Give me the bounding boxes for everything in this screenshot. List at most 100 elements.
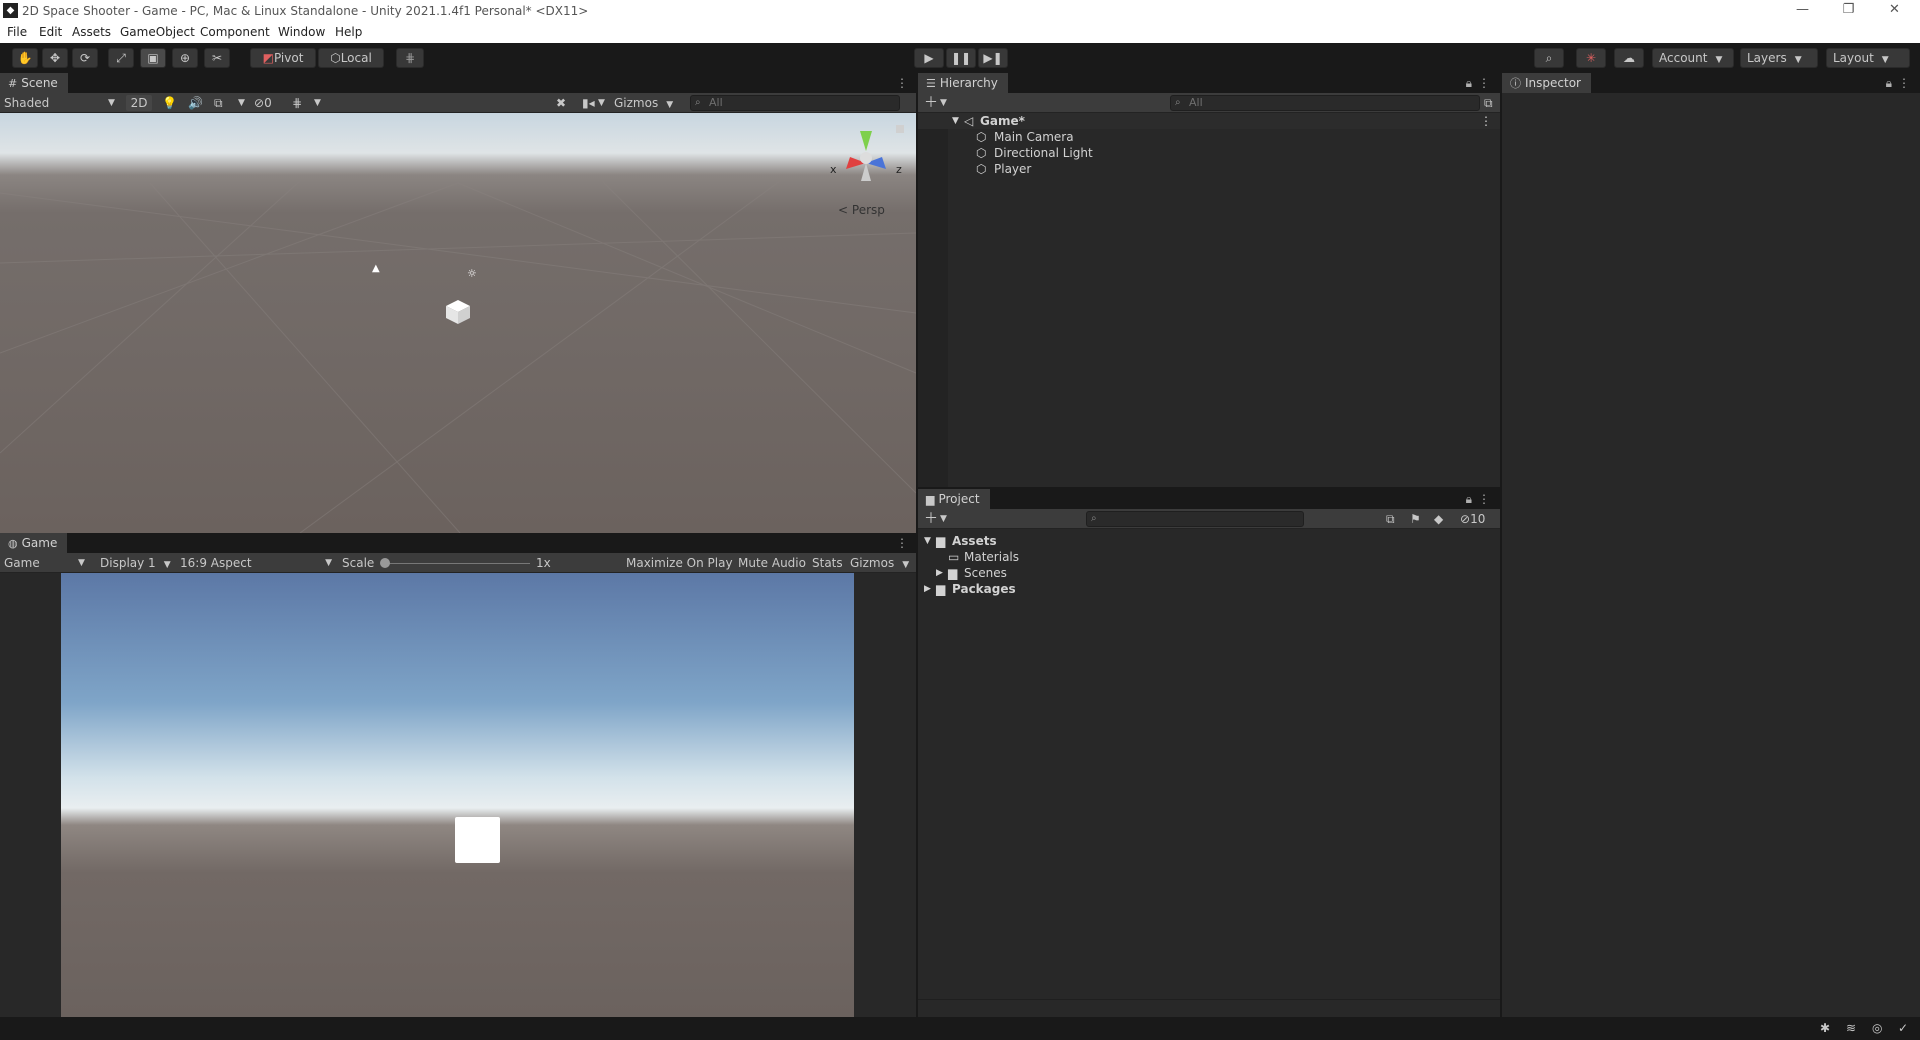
cache-icon[interactable]: ≋: [1846, 1021, 1856, 1035]
hand-tool-button[interactable]: ✋: [12, 48, 38, 68]
tools-icon[interactable]: ✖: [556, 95, 566, 111]
tab-game[interactable]: ◍ Game: [0, 533, 68, 553]
game-viewport[interactable]: [61, 573, 854, 1019]
hierarchy-item[interactable]: ⬡ Main Camera: [918, 129, 1500, 145]
maximize-on-play-toggle[interactable]: Maximize On Play: [626, 555, 733, 571]
scene-search-input[interactable]: ⌕ All: [690, 95, 900, 111]
project-tree-item[interactable]: ▼ ▆ Assets: [918, 533, 1500, 549]
scene-visibility-icon[interactable]: ⧉: [1484, 95, 1493, 111]
local-toggle[interactable]: ⬡Local: [318, 48, 384, 68]
grid-toggle-icon[interactable]: ⋕: [292, 95, 302, 111]
favorites-icon[interactable]: ◆: [1434, 511, 1443, 527]
scale-slider-track[interactable]: [384, 563, 530, 564]
menu-file[interactable]: File: [7, 25, 27, 39]
minimize-button[interactable]: —: [1780, 0, 1825, 22]
restore-button[interactable]: ❐: [1826, 0, 1871, 22]
game-gizmos-dropdown[interactable]: Gizmos ▼: [850, 555, 909, 571]
tab-hierarchy[interactable]: ☰ Hierarchy: [918, 73, 1008, 93]
mute-audio-toggle[interactable]: Mute Audio: [738, 555, 806, 571]
chevron-down-icon[interactable]: ▼: [598, 95, 605, 111]
camera-gizmo-icon[interactable]: ▲: [372, 263, 380, 274]
chevron-down-icon[interactable]: ▼: [940, 511, 947, 527]
player-cube-object[interactable]: [445, 299, 471, 325]
progress-icon[interactable]: ◎: [1872, 1021, 1882, 1035]
rect-tool-button[interactable]: ▣: [140, 48, 166, 68]
hierarchy-item[interactable]: ⬡ Player: [918, 161, 1500, 177]
2d-toggle[interactable]: 2D: [126, 95, 152, 111]
scene-viewport[interactable]: ▲ ☼ x z < Persp: [0, 113, 916, 533]
menu-edit[interactable]: Edit: [39, 25, 62, 39]
more-options-icon[interactable]: ⋮: [1478, 76, 1490, 90]
hierarchy-search-input[interactable]: ⌕ All: [1170, 95, 1480, 111]
stats-toggle[interactable]: Stats: [812, 555, 843, 571]
project-tree-item[interactable]: ▶ ▆ Scenes: [918, 565, 1500, 581]
search-button[interactable]: ⌕: [1534, 48, 1564, 68]
search-by-label-icon[interactable]: ⚑: [1410, 511, 1421, 527]
audio-toggle-icon[interactable]: 🔊: [188, 95, 203, 111]
camera-icon[interactable]: ▮◂: [582, 95, 595, 111]
gizmos-dropdown[interactable]: Gizmos ▼: [614, 95, 673, 111]
layout-dropdown[interactable]: Layout ▼: [1826, 48, 1910, 68]
hidden-packages-toggle[interactable]: ⊘10: [1460, 511, 1485, 527]
rotate-tool-button[interactable]: ⟳: [72, 48, 98, 68]
move-tool-button[interactable]: ✥: [42, 48, 68, 68]
light-gizmo-icon[interactable]: ☼: [467, 267, 477, 280]
more-options-icon[interactable]: ⋮: [896, 76, 908, 90]
add-icon[interactable]: ＋: [924, 95, 938, 111]
play-button[interactable]: ▶: [914, 48, 944, 68]
project-search-input[interactable]: ⌕: [1086, 511, 1304, 527]
transform-tool-button[interactable]: ⊕: [172, 48, 198, 68]
chevron-down-icon[interactable]: ▼: [314, 95, 321, 111]
project-tree-item[interactable]: ▶ ▆ Packages: [918, 581, 1500, 597]
projection-toggle[interactable]: < Persp: [838, 203, 885, 217]
pivot-toggle[interactable]: ◩Pivot: [250, 48, 316, 68]
menu-component[interactable]: Component: [200, 25, 270, 39]
game-view-dropdown[interactable]: Game ▼: [4, 555, 85, 571]
grid-snap-button[interactable]: ⋕: [396, 48, 424, 68]
lock-icon[interactable]: 🔒︎: [1466, 492, 1472, 507]
scale-slider-thumb[interactable]: [380, 558, 390, 568]
hidden-objects-toggle[interactable]: ⊘0: [254, 95, 272, 111]
chevron-down-icon[interactable]: ▼: [940, 95, 947, 111]
folder-outline-icon: ▭: [948, 550, 960, 564]
tab-inspector[interactable]: ⓘ Inspector: [1502, 73, 1591, 93]
search-icon: ⌕: [1091, 513, 1097, 524]
bug-icon[interactable]: ✱: [1820, 1021, 1830, 1035]
pause-button[interactable]: ❚❚: [946, 48, 976, 68]
check-icon[interactable]: ✓: [1898, 1021, 1908, 1035]
step-button[interactable]: ▶❚: [978, 48, 1008, 68]
lock-icon[interactable]: 🔒︎: [1886, 76, 1892, 91]
custom-tool-button[interactable]: ✂: [204, 48, 230, 68]
more-options-icon[interactable]: ⋮: [1898, 76, 1910, 90]
collab-button[interactable]: ✳: [1576, 48, 1606, 68]
effects-toggle-icon[interactable]: ⧉: [214, 95, 223, 111]
orientation-gizmo-icon[interactable]: x z: [826, 123, 906, 193]
tab-project[interactable]: ▆ Project: [918, 489, 990, 509]
menu-window[interactable]: Window: [278, 25, 325, 39]
lock-icon[interactable]: [896, 125, 904, 133]
tab-scene[interactable]: # Scene: [0, 73, 68, 93]
layers-dropdown[interactable]: Layers ▼: [1740, 48, 1818, 68]
chevron-down-icon[interactable]: ▼: [238, 95, 245, 111]
cloud-button[interactable]: ☁: [1614, 48, 1644, 68]
close-button[interactable]: ✕: [1872, 0, 1917, 22]
scale-tool-button[interactable]: ⤢: [108, 48, 134, 68]
hierarchy-item[interactable]: ⬡ Directional Light: [918, 145, 1500, 161]
hierarchy-scene-row[interactable]: ▼ ◁ Game* ⋮: [918, 113, 1500, 129]
lighting-toggle-icon[interactable]: 💡: [162, 95, 177, 111]
add-icon[interactable]: ＋: [924, 511, 938, 527]
menu-assets[interactable]: Assets: [72, 25, 111, 39]
menu-help[interactable]: Help: [335, 25, 362, 39]
status-bar: ✱ ≋ ◎ ✓: [0, 1017, 1920, 1040]
more-options-icon[interactable]: ⋮: [1480, 113, 1492, 129]
account-dropdown[interactable]: Account ▼: [1652, 48, 1734, 68]
aspect-dropdown[interactable]: 16:9 Aspect ▼: [180, 555, 332, 571]
more-options-icon[interactable]: ⋮: [1478, 492, 1490, 506]
search-by-type-icon[interactable]: ⧉: [1386, 511, 1395, 527]
menu-gameobject[interactable]: GameObject: [120, 25, 195, 39]
lock-icon[interactable]: 🔒︎: [1466, 76, 1472, 91]
display-dropdown[interactable]: Display 1 ▼: [100, 555, 171, 571]
shading-mode-dropdown[interactable]: Shaded ▼: [4, 95, 115, 111]
project-tree-item[interactable]: ▭ Materials: [918, 549, 1500, 565]
more-options-icon[interactable]: ⋮: [896, 536, 908, 550]
